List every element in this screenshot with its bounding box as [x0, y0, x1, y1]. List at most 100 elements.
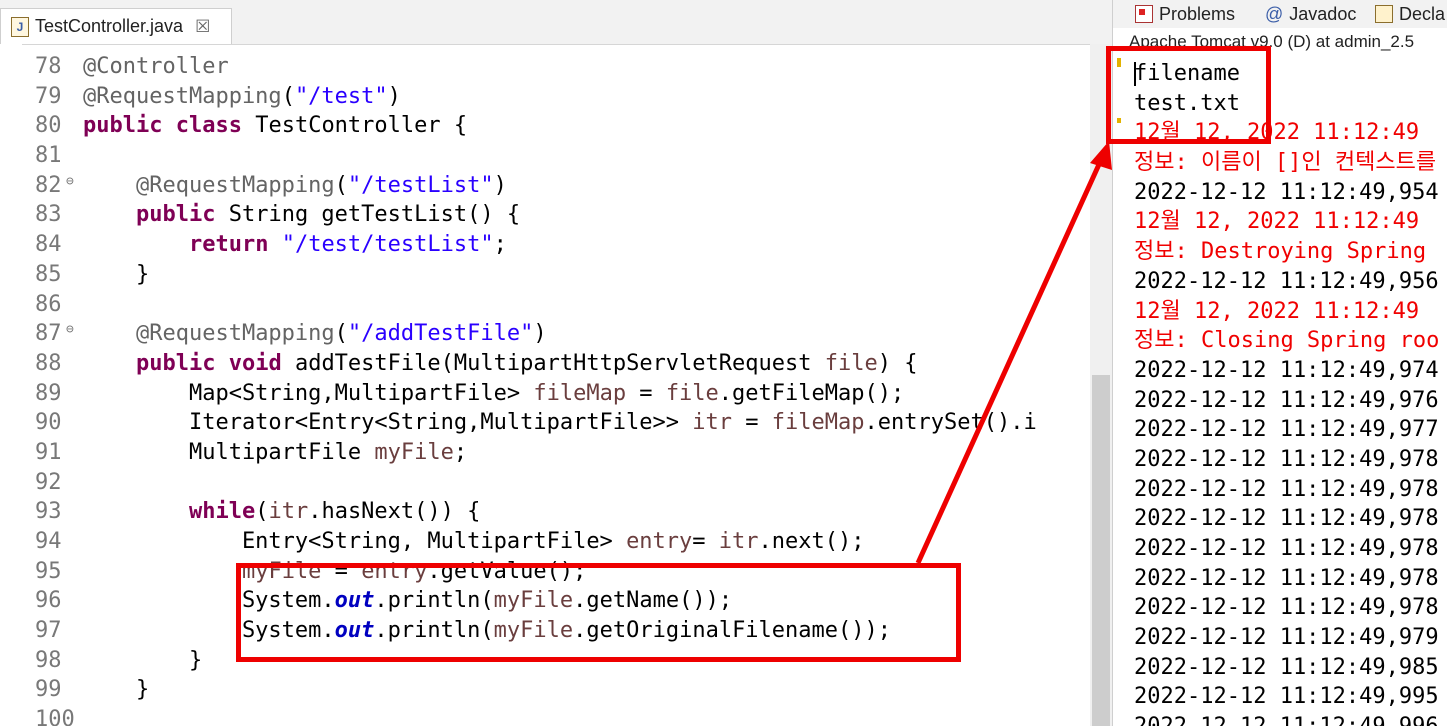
code-text: }: [83, 646, 202, 676]
code-line[interactable]: 80 public class TestController {: [22, 111, 1092, 141]
code-token: ): [493, 172, 507, 198]
close-tab-icon[interactable]: ☒: [195, 17, 210, 37]
console-line: 2022-12-12 11:12:49,956: [1134, 268, 1439, 294]
code-token: ;: [453, 439, 468, 465]
code-token: .entrySet().i: [864, 410, 1037, 436]
code-text: @Controller: [83, 52, 229, 82]
console-line: 2022-12-12 11:12:49,979: [1134, 625, 1439, 651]
console-line: 정보: Destroying Spring: [1134, 239, 1427, 265]
code-token: =: [626, 380, 666, 406]
tab-problems[interactable]: Problems: [1135, 1, 1235, 27]
code-line[interactable]: 89 Map<String,MultipartFile> fileMap = f…: [22, 379, 1092, 409]
code-token: itr: [268, 499, 309, 525]
code-token: }: [83, 677, 150, 703]
code-line[interactable]: 94 Entry<String, MultipartFile> entry= i…: [22, 527, 1092, 557]
editor-left-gutter: [0, 44, 22, 726]
code-line[interactable]: 85 }: [22, 260, 1092, 290]
editor-scrollbar-thumb[interactable]: [1092, 375, 1110, 726]
console-output[interactable]: filename test.txt 12월 12, 2022 11:12:49 정보:…: [1134, 59, 1447, 726]
code-token: public: [83, 113, 163, 139]
fold-toggle-icon[interactable]: ⊖: [66, 315, 74, 345]
editor-tab-label: TestController.java: [35, 16, 184, 36]
tab-declaration[interactable]: Decla: [1375, 1, 1445, 27]
code-token: Iterator<Entry<String,MultipartFile>>: [83, 410, 693, 436]
code-line[interactable]: 86: [22, 290, 1092, 320]
code-line[interactable]: 81: [22, 141, 1092, 171]
code-text: @RequestMapping("/addTestFile"): [83, 319, 547, 349]
problems-icon: [1135, 5, 1153, 23]
code-token: =: [692, 529, 719, 554]
code-token: "/addTestFile": [347, 321, 534, 347]
code-token: public: [135, 202, 216, 228]
code-line[interactable]: 93 while(itr.hasNext()) {: [22, 497, 1092, 527]
code-token: addTestFile(MultipartHttpServletRequest: [281, 350, 825, 376]
code-line[interactable]: 87 ⊖ @RequestMapping("/addTestFile"): [22, 319, 1092, 349]
code-token: ) {: [877, 350, 918, 376]
code-line[interactable]: 92: [22, 468, 1092, 498]
code-token: itr: [692, 410, 733, 436]
console-tab-bar: Problems @ Javadoc Decla: [1113, 0, 1447, 28]
code-line[interactable]: 91 MultipartFile myFile;: [22, 438, 1092, 468]
java-file-icon: J: [11, 16, 29, 37]
line-number: 79: [35, 83, 62, 109]
code-line[interactable]: 90 Iterator<Entry<String,MultipartFile>>…: [22, 408, 1092, 438]
code-text: Entry<String, MultipartFile> entry= itr.…: [83, 527, 865, 557]
code-text: return "/test/testList";: [83, 230, 507, 260]
code-token: fileMap: [533, 380, 627, 406]
console-line: 2022-12-12 11:12:49,985: [1134, 654, 1439, 680]
code-line[interactable]: 84 return "/test/testList";: [22, 230, 1092, 260]
fold-toggle-icon[interactable]: ⊖: [66, 167, 74, 197]
console-highlight-box: [1106, 46, 1271, 144]
code-token: =: [732, 410, 772, 436]
code-token: @Controller: [83, 54, 229, 79]
code-line[interactable]: 82 ⊖ @RequestMapping("/testList"): [22, 171, 1092, 201]
code-line[interactable]: 99 }: [22, 675, 1092, 705]
code-token: public: [135, 350, 216, 376]
code-token: .hasNext()) {: [308, 499, 481, 525]
tab-problems-label: Problems: [1159, 3, 1236, 24]
declaration-icon: [1375, 5, 1393, 23]
code-line[interactable]: 78 @Controller: [22, 52, 1092, 82]
console-line: 정보: 이름이 []인 컨텍스트를 다: [1134, 150, 1447, 176]
code-token: @RequestMapping: [135, 172, 335, 198]
code-token: file: [824, 350, 878, 376]
code-line[interactable]: 83 public String getTestList() {: [22, 200, 1092, 230]
code-token: @RequestMapping: [135, 321, 335, 347]
code-token: (: [334, 172, 348, 198]
code-token: }: [83, 261, 150, 287]
code-token: fileMap: [771, 410, 865, 436]
code-line[interactable]: 79 @RequestMapping("/test"): [22, 82, 1092, 112]
code-line[interactable]: 88 public void addTestFile(MultipartHttp…: [22, 349, 1092, 379]
code-text: }: [83, 260, 149, 290]
tab-javadoc[interactable]: @ Javadoc: [1265, 1, 1356, 27]
code-token: ;: [493, 232, 507, 258]
line-number: 91: [35, 439, 62, 465]
code-token: String getTestList() {: [215, 202, 521, 228]
code-text: public class TestController {: [83, 111, 467, 141]
line-number: 95: [35, 558, 62, 584]
line-number: 92: [35, 469, 62, 495]
code-line[interactable]: 100: [22, 705, 1092, 726]
console-line: 2022-12-12 11:12:49,976: [1134, 387, 1439, 413]
code-token: .getFileMap();: [718, 380, 905, 406]
line-number: 94: [35, 529, 62, 554]
code-token: Map<String,MultipartFile>: [83, 380, 534, 406]
line-number: 84: [35, 232, 62, 258]
console-line: 2022-12-12 11:12:49,978: [1134, 446, 1439, 472]
console-line: 정보: Closing Spring roo: [1134, 328, 1440, 354]
console-line: 12월 12, 2022 11:12:49: [1134, 209, 1420, 235]
editor-tab-testcontroller[interactable]: J TestController.java ☒: [0, 8, 232, 44]
code-token: class: [175, 113, 242, 139]
line-number: 93: [35, 499, 62, 525]
code-text: while(itr.hasNext()) {: [83, 497, 480, 527]
line-number: 80: [35, 113, 62, 139]
line-number: 98: [35, 647, 62, 673]
line-number: 99: [35, 677, 62, 703]
line-number: 90: [35, 410, 62, 436]
